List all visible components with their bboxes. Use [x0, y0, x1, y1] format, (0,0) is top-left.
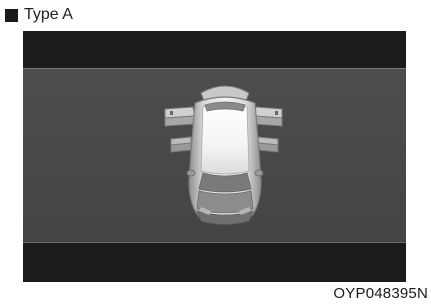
figure-caption: Type A — [5, 6, 73, 24]
cluster-display — [23, 31, 406, 282]
right-rear-door — [257, 136, 279, 153]
black-square-icon — [5, 8, 18, 22]
left-rear-door — [170, 136, 192, 153]
image-code: OYP048395N — [333, 285, 428, 302]
car-roof — [200, 103, 250, 175]
bottom-band — [23, 243, 406, 282]
top-band — [23, 31, 406, 68]
windshield — [198, 172, 252, 193]
caption-label: Type A — [24, 6, 73, 23]
right-front-door — [253, 106, 283, 127]
left-front-door — [164, 106, 196, 127]
